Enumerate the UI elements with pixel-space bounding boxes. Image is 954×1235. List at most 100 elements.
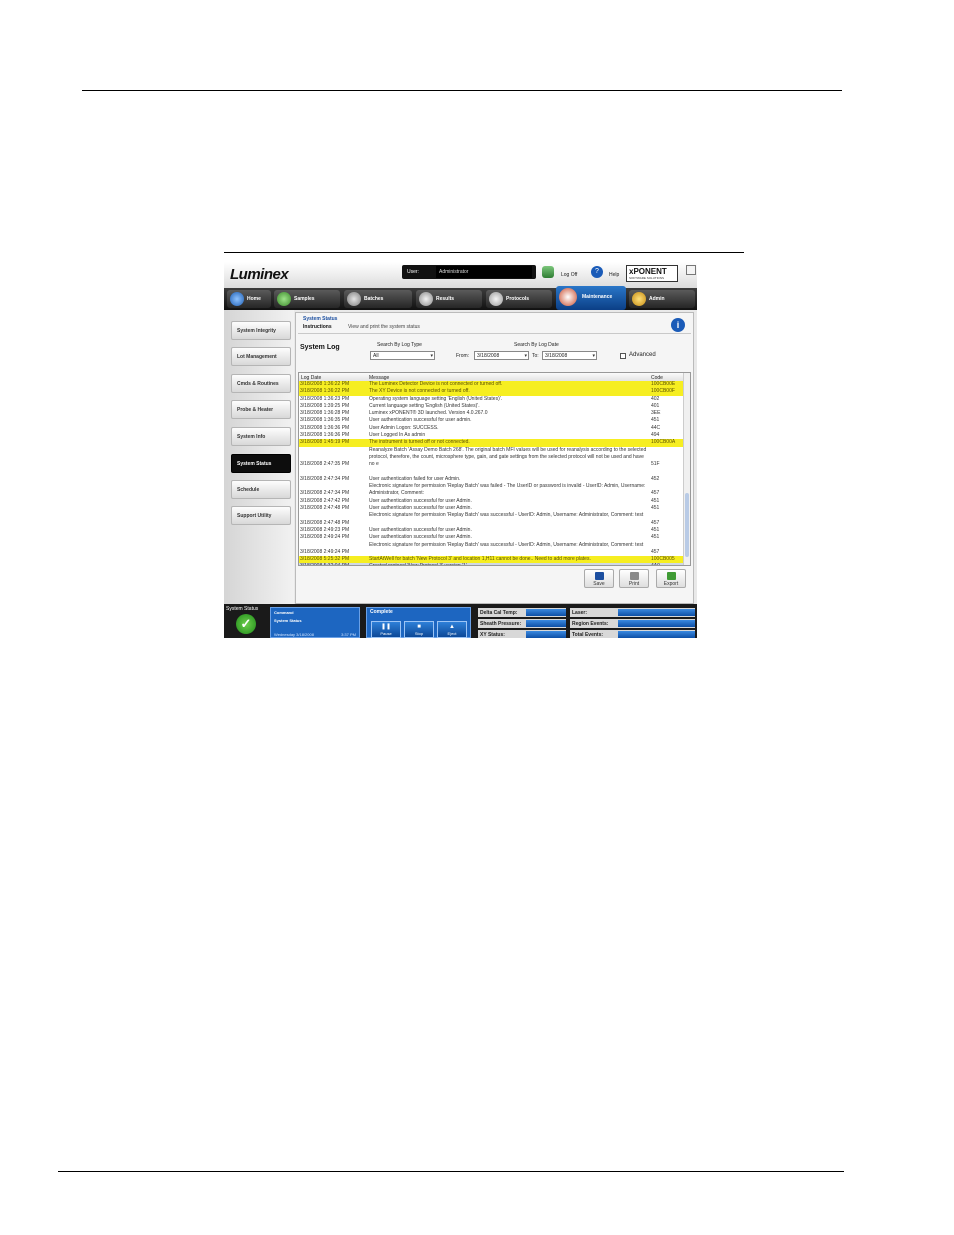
- table-row[interactable]: 3/18/2008 1:36:36 PM User Admin Logon: SU…: [299, 425, 684, 432]
- delta-cal-temp-label: Delta Cal Temp:: [480, 610, 518, 616]
- table-row[interactable]: 3/18/2008 1:36:36 PM User Logged In As ad…: [299, 432, 684, 439]
- table-row[interactable]: 3/18/2008 1:36:22 PM The Luminex Detector…: [299, 381, 684, 389]
- print-button[interactable]: Print: [619, 569, 649, 588]
- log-code-cell: 451: [651, 417, 660, 424]
- table-row[interactable]: 3/18/2008 1:45:19 PM The instrument is tu…: [299, 439, 684, 447]
- xy-status-bar: [526, 631, 566, 638]
- eject-button[interactable]: ▲ Eject: [437, 621, 467, 638]
- table-row[interactable]: 3/18/2008 2:47:34 PM Electronic signature…: [299, 483, 684, 498]
- search-type-label: Search By Log Type: [377, 342, 422, 348]
- search-date-label: Search By Log Date: [514, 342, 559, 348]
- brand-main: xPONENT: [629, 267, 667, 276]
- table-row[interactable]: 3/18/2008 1:39:25 PM Current language set…: [299, 403, 684, 410]
- log-message-cell: User authentication successful for user …: [369, 534, 472, 541]
- complete-label: Complete: [370, 609, 393, 615]
- log-message-cell: User Logged In As admin: [369, 432, 426, 439]
- sidebar-item-system-info[interactable]: System Info: [231, 427, 291, 446]
- log-date-cell: 3/18/2008 1:36:23 PM: [300, 395, 350, 402]
- command-panel: Command System Status Wednesday 3/18/200…: [270, 607, 360, 638]
- pause-icon: ❚❚: [380, 624, 392, 630]
- table-row[interactable]: 3/18/2008 2:47:48 PM Electronic signature…: [299, 512, 684, 527]
- save-button[interactable]: Save: [584, 569, 614, 588]
- help-icon[interactable]: ?: [591, 266, 603, 278]
- log-code-cell: 451: [651, 534, 660, 541]
- from-date-select[interactable]: 3/18/2008 ▾: [474, 351, 529, 360]
- app-header: Luminex User: Administrator Log Off ? He…: [224, 262, 697, 288]
- table-row[interactable]: 3/18/2008 2:47:34 PM User authentication …: [299, 476, 684, 483]
- advanced-checkbox[interactable]: [620, 353, 626, 359]
- sidebar-item-support-utility[interactable]: Support Utility: [231, 506, 291, 525]
- logoff-icon[interactable]: [542, 266, 554, 278]
- table-row[interactable]: 3/18/2008 1:36:28 PM Luminex xPONENT® 3D …: [299, 410, 684, 417]
- protocols-icon: [489, 292, 503, 306]
- to-date-select[interactable]: 3/18/2008 ▾: [542, 351, 597, 360]
- sidebar-item-label: System Integrity: [237, 328, 276, 334]
- sidebar-item-probe-heater[interactable]: Probe & Heater: [231, 400, 291, 419]
- page-top-rule: [82, 90, 842, 91]
- tab-home[interactable]: Home: [227, 290, 271, 308]
- help-button[interactable]: Help: [609, 272, 619, 278]
- log-date-cell: 3/18/2008 2:49:24 PM: [300, 534, 350, 541]
- table-row[interactable]: 3/18/2008 1:36:23 PM Operating system lan…: [299, 396, 684, 403]
- xponent-window: Luminex User: Administrator Log Off ? He…: [224, 262, 697, 638]
- table-row[interactable]: 3/18/2008 2:47:42 PM User authentication …: [299, 498, 684, 505]
- sidebar-item-system-status[interactable]: System Status: [231, 454, 291, 473]
- scrollbar-thumb[interactable]: [685, 493, 689, 557]
- table-row[interactable]: 3/18/2008 1:36:35 PM User authentication …: [299, 417, 684, 424]
- delta-cal-temp-bar: [526, 609, 566, 616]
- table-row[interactable]: 3/18/2008 2:49:24 PM User authentication …: [299, 534, 684, 541]
- region-events-label: Region Events:: [572, 621, 609, 627]
- table-row[interactable]: 3/18/2008 2:47:48 PM User authentication …: [299, 505, 684, 512]
- log-date-cell: 3/18/2008 1:36:36 PM: [300, 432, 350, 439]
- export-label: Export: [663, 581, 679, 587]
- log-code-cell: 100CB00F: [651, 388, 675, 395]
- log-code-cell: 100CB00E: [651, 381, 676, 387]
- log-message-cell: Electronic signature for permission 'Rep…: [369, 541, 644, 548]
- window-resize-icon[interactable]: [686, 265, 696, 275]
- export-button[interactable]: Export: [656, 569, 686, 588]
- tab-batches[interactable]: Batches: [344, 290, 412, 308]
- table-row[interactable]: 3/18/2008 5:32:04 PM Created protocol 'Ne…: [299, 563, 684, 565]
- vertical-scrollbar[interactable]: [683, 373, 690, 565]
- sidebar-item-system-integrity[interactable]: System Integrity: [231, 321, 291, 340]
- pause-label: Pause: [380, 631, 392, 636]
- table-row[interactable]: 3/18/2008 2:49:24 PM Electronic signature…: [299, 542, 684, 557]
- sidebar-item-schedule[interactable]: Schedule: [231, 480, 291, 499]
- luminex-logo: Luminex: [230, 266, 289, 283]
- table-row[interactable]: 3/18/2008 2:49:23 PM User authentication …: [299, 527, 684, 534]
- logoff-button[interactable]: Log Off: [561, 272, 577, 278]
- system-status-label: System Status: [226, 606, 259, 612]
- command-value: System Status: [274, 618, 302, 623]
- log-message-cell: Luminex xPONENT® 3D launched. Version 4.…: [369, 410, 488, 417]
- log-code-cell: 44C: [651, 424, 661, 431]
- log-code-cell: 51F: [651, 461, 660, 468]
- laser-meter: Laser:: [570, 608, 695, 617]
- log-date-cell: 3/18/2008 1:36:36 PM: [300, 424, 350, 431]
- log-message-cell: The instrument is turned off or not conn…: [369, 439, 470, 446]
- tab-maintenance[interactable]: Maintenance: [556, 286, 626, 310]
- table-row[interactable]: 3/18/2008 5:25:32 PM StartAtWell for batc…: [299, 556, 684, 564]
- sidebar-item-cmds-routines[interactable]: Cmds & Routines: [231, 374, 291, 393]
- log-date-cell: 3/18/2008 1:36:22 PM: [300, 381, 350, 387]
- sidebar-item-lot-management[interactable]: Lot Management: [231, 347, 291, 366]
- log-code-cell: 457: [651, 519, 660, 526]
- tab-results[interactable]: Results: [416, 290, 482, 308]
- tab-admin[interactable]: Admin: [629, 290, 695, 308]
- panel-title: System Log: [300, 344, 340, 351]
- tab-protocols[interactable]: Protocols: [486, 290, 552, 308]
- table-row[interactable]: 3/18/2008 2:47:35 PM Reanalyze Batch 'Ass…: [299, 447, 684, 476]
- sidebar: System Integrity Lot Management Cmds & R…: [224, 310, 294, 604]
- stop-button[interactable]: ■ Stop: [404, 621, 434, 638]
- batches-icon: [347, 292, 361, 306]
- table-row[interactable]: 3/18/2008 1:36:22 PM The XY Device is not…: [299, 388, 684, 396]
- status-ok-icon[interactable]: ✓: [236, 614, 256, 634]
- log-message-cell: The XY Device is not connected or turned…: [369, 388, 470, 395]
- pause-button[interactable]: ❚❚ Pause: [371, 621, 401, 638]
- user-box: User: Administrator: [402, 265, 536, 279]
- info-icon[interactable]: i: [671, 318, 685, 332]
- log-code-cell: 100CB005: [651, 556, 675, 563]
- log-type-select[interactable]: All ▾: [370, 351, 435, 360]
- tab-home-label: Home: [247, 296, 261, 302]
- tab-samples[interactable]: Samples: [274, 290, 340, 308]
- log-message-cell: Reanalyze Batch 'Assay Demo Batch 268'. …: [369, 446, 647, 468]
